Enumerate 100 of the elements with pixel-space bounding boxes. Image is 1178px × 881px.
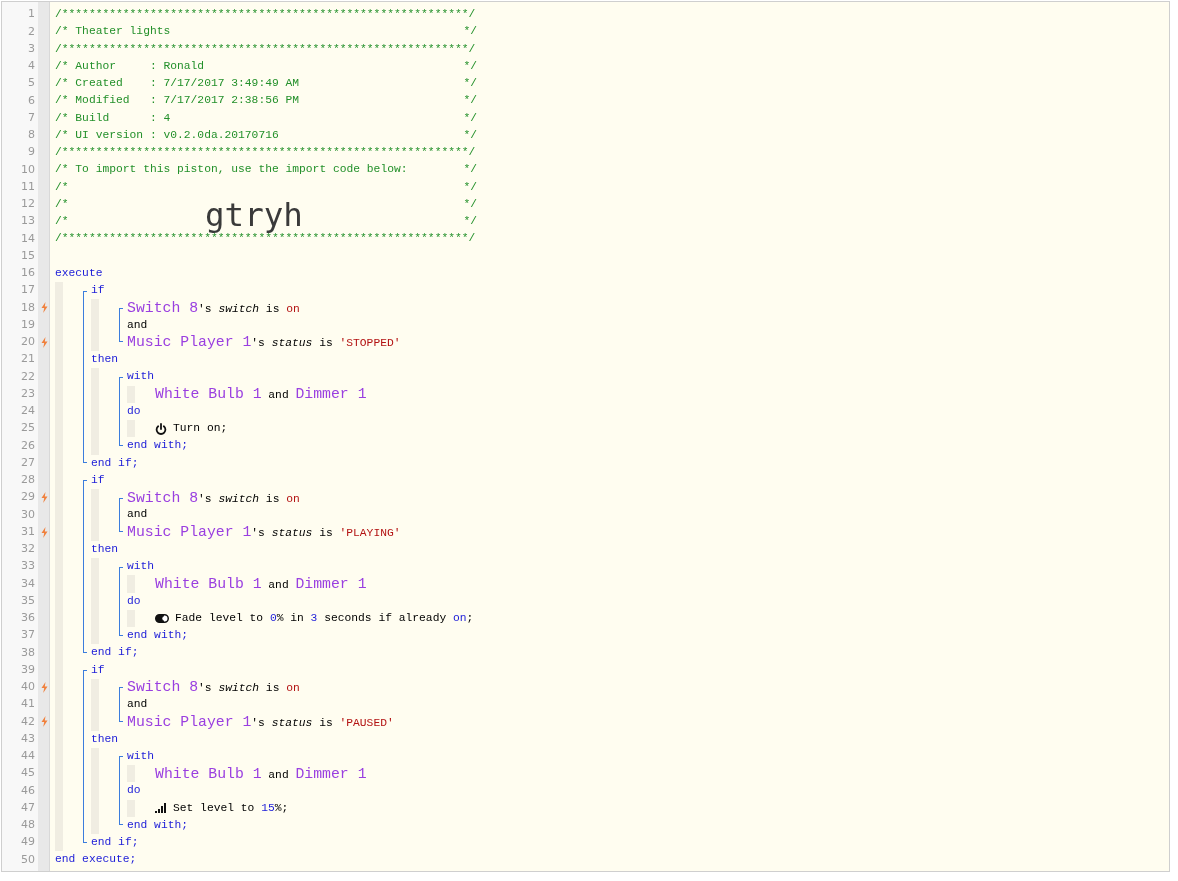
code-line: end with; bbox=[127, 438, 188, 454]
line-number: 50 bbox=[20, 851, 35, 868]
code-line: if bbox=[91, 283, 105, 299]
line-number: 35 bbox=[20, 592, 35, 609]
toggle-icon bbox=[155, 613, 169, 623]
code-line: Music Player 1's status is 'STOPPED' bbox=[127, 333, 401, 353]
code-line: and bbox=[127, 697, 148, 713]
line-number: 49 bbox=[20, 834, 35, 851]
line-number: 16 bbox=[20, 265, 35, 282]
line-number: 45 bbox=[20, 765, 35, 782]
line-number: 18 bbox=[20, 299, 35, 316]
line-number: 1 bbox=[27, 6, 35, 23]
line-number: 27 bbox=[20, 454, 35, 471]
code-line: then bbox=[91, 731, 119, 747]
line-number: 24 bbox=[20, 403, 35, 420]
code-line: Music Player 1's status is 'PLAYING' bbox=[127, 523, 401, 543]
block-bracket bbox=[119, 687, 123, 722]
power-icon bbox=[155, 422, 167, 435]
line-number: 19 bbox=[20, 316, 35, 333]
line-number: 14 bbox=[20, 230, 35, 247]
line-number: 34 bbox=[20, 575, 35, 592]
comment-text: /* bbox=[55, 214, 69, 230]
comment-end: */ bbox=[463, 127, 477, 143]
line-number: 4 bbox=[27, 58, 35, 75]
line-number: 38 bbox=[20, 644, 35, 661]
block-bracket bbox=[119, 376, 123, 446]
comment-text: /* Build : 4 bbox=[55, 110, 171, 126]
line-number: 10 bbox=[20, 161, 35, 178]
code-line: White Bulb 1 and Dimmer 1 bbox=[155, 574, 367, 594]
code-line: with bbox=[127, 559, 155, 575]
code-line: end if; bbox=[91, 645, 139, 661]
code-line: Turn on; bbox=[173, 421, 228, 437]
code-line: White Bulb 1 and Dimmer 1 bbox=[155, 764, 367, 784]
line-number: 22 bbox=[20, 368, 35, 385]
code-line: with bbox=[127, 748, 155, 764]
block-bracket bbox=[119, 497, 123, 533]
line-number: 11 bbox=[20, 178, 35, 195]
line-number: 3 bbox=[27, 40, 35, 57]
line-number: 31 bbox=[20, 523, 35, 540]
comment-text: /* UI version : v0.2.0da.20170716 bbox=[55, 127, 279, 143]
line-number: 47 bbox=[20, 799, 35, 816]
line-number: 32 bbox=[20, 541, 35, 558]
line-number: 48 bbox=[20, 817, 35, 834]
code-line: end if; bbox=[91, 835, 139, 851]
code-line: if bbox=[91, 472, 105, 488]
comment-text: /* To import this piston, use the import code below: bbox=[55, 162, 408, 178]
line-number: 46 bbox=[20, 782, 35, 799]
line-number: 15 bbox=[20, 247, 35, 264]
comment-end: */ bbox=[463, 58, 477, 74]
comment-end: */ bbox=[463, 179, 477, 195]
line-number: 28 bbox=[20, 472, 35, 489]
comment-text: /* Author : Ronald bbox=[55, 58, 205, 74]
line-number: 36 bbox=[20, 610, 35, 627]
line-number: 13 bbox=[20, 213, 35, 230]
line-number: 8 bbox=[27, 127, 35, 144]
line-number: 2 bbox=[27, 23, 35, 40]
line-number: 44 bbox=[20, 748, 35, 765]
comment-end: */ bbox=[463, 110, 477, 126]
line-number: 39 bbox=[20, 661, 35, 678]
comment-text: /************************************************************/ bbox=[55, 41, 476, 57]
line-number: 6 bbox=[27, 92, 35, 109]
code-line: do bbox=[127, 403, 141, 419]
comment-end: */ bbox=[463, 76, 477, 92]
comment-text: /* Modified : 7/17/2017 2:38:56 PM bbox=[55, 93, 300, 109]
line-number: 33 bbox=[20, 558, 35, 575]
code-line: Fade level to 0% in 3 seconds if already on; bbox=[175, 610, 474, 626]
line-number: 40 bbox=[20, 679, 35, 696]
code-line: then bbox=[91, 352, 119, 368]
line-number: 37 bbox=[20, 627, 35, 644]
line-number: 25 bbox=[20, 420, 35, 437]
comment-end: */ bbox=[463, 214, 477, 230]
code-line: end with; bbox=[127, 817, 188, 833]
code-line: White Bulb 1 and Dimmer 1 bbox=[155, 385, 367, 405]
comment-text: /************************************************************/ bbox=[55, 7, 476, 23]
line-number: 41 bbox=[20, 696, 35, 713]
code-line: end execute; bbox=[55, 852, 137, 868]
block-bracket bbox=[119, 756, 123, 826]
line-number: 26 bbox=[20, 437, 35, 454]
import-code: gtryh bbox=[205, 195, 303, 234]
comment-end: */ bbox=[463, 162, 477, 178]
line-number: 17 bbox=[20, 282, 35, 299]
line-number: 29 bbox=[20, 489, 35, 506]
code-line: end if; bbox=[91, 455, 139, 471]
comment-text: /* bbox=[55, 196, 69, 212]
comment-text: /************************************************************/ bbox=[55, 232, 476, 247]
comment-text: /************************************************************/ bbox=[55, 145, 476, 161]
code-line: end with; bbox=[127, 628, 188, 644]
signal-bars-icon bbox=[155, 803, 167, 814]
code-line: and bbox=[127, 317, 148, 333]
code-line: Set level to 15%; bbox=[173, 800, 289, 816]
line-number: 20 bbox=[20, 334, 35, 351]
line-number: 23 bbox=[20, 385, 35, 402]
code-line: Switch 8's switch is on bbox=[127, 488, 300, 508]
comment-end: */ bbox=[463, 93, 477, 109]
code-line: with bbox=[127, 369, 155, 385]
code-line: Switch 8's switch is on bbox=[127, 298, 300, 318]
line-number: 43 bbox=[20, 730, 35, 747]
code-line: if bbox=[91, 662, 105, 678]
comment-text: /* Created : 7/17/2017 3:49:49 AM bbox=[55, 76, 300, 92]
code-line: Music Player 1's status is 'PAUSED' bbox=[127, 712, 394, 732]
